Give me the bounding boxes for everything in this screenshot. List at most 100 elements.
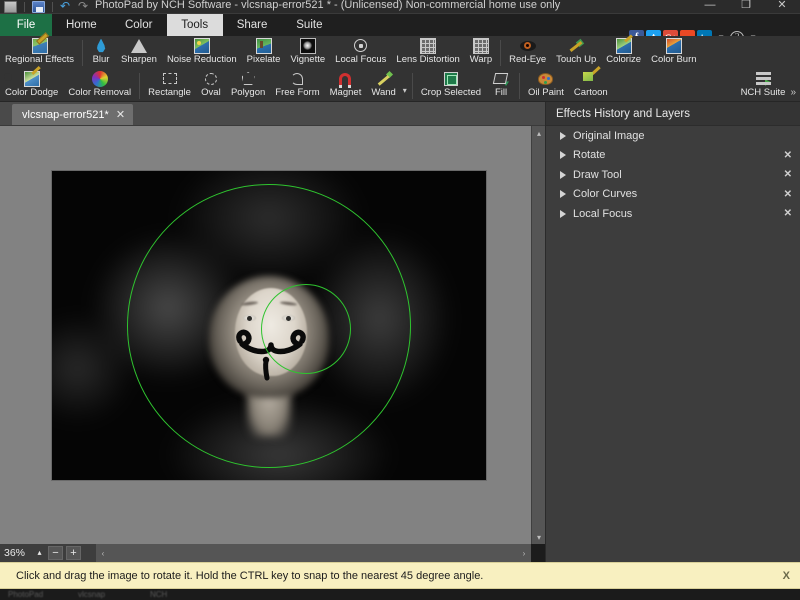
tool-label: Noise Reduction bbox=[167, 54, 237, 66]
tool-sharpen[interactable]: Sharpen bbox=[116, 36, 162, 69]
tool-label: Lens Distortion bbox=[396, 54, 459, 66]
zoom-out-button[interactable]: − bbox=[48, 546, 63, 560]
zoom-fit-icon[interactable]: ▴ bbox=[34, 546, 45, 560]
tool-label: Sharpen bbox=[121, 54, 157, 66]
canvas-vertical-scrollbar[interactable]: ▴ ▾ bbox=[531, 126, 545, 544]
tool-label: Color Dodge bbox=[5, 87, 58, 99]
notification-close-icon[interactable]: X bbox=[783, 570, 800, 582]
tool-label: Fill bbox=[495, 87, 507, 99]
tool-color-removal[interactable]: Color Removal bbox=[63, 69, 136, 102]
lens-distortion-icon bbox=[420, 37, 436, 54]
chevron-right-icon[interactable] bbox=[560, 151, 566, 159]
chevron-right-icon[interactable] bbox=[560, 132, 566, 140]
tool-free-form-select[interactable]: Free Form bbox=[270, 69, 324, 102]
tab-color[interactable]: Color bbox=[111, 14, 167, 36]
layer-delete-icon[interactable]: ✕ bbox=[784, 189, 792, 200]
image-canvas[interactable] bbox=[52, 171, 486, 480]
vignette-icon bbox=[300, 37, 316, 54]
taskbar-item[interactable]: NCH bbox=[150, 590, 167, 599]
tool-oil-paint[interactable]: Oil Paint bbox=[523, 69, 569, 102]
magic-wand-icon bbox=[376, 70, 392, 87]
tool-label: Free Form bbox=[275, 87, 319, 99]
zoom-in-button[interactable]: + bbox=[66, 546, 81, 560]
scroll-right-icon[interactable]: › bbox=[517, 544, 531, 562]
document-tab-strip: vlcsnap-error521* ✕ bbox=[0, 102, 545, 126]
save-icon[interactable] bbox=[32, 1, 45, 13]
chevron-right-icon[interactable] bbox=[560, 190, 566, 198]
minimize-button[interactable]: — bbox=[692, 0, 728, 13]
tool-regional-effects[interactable]: Regional Effects bbox=[0, 36, 79, 69]
tool-lens-distortion[interactable]: Lens Distortion bbox=[391, 36, 464, 69]
tool-cartoon[interactable]: Cartoon bbox=[569, 69, 613, 102]
tool-polygon-select[interactable]: Polygon bbox=[226, 69, 270, 102]
tool-label: Colorize bbox=[606, 54, 641, 66]
tool-colorize[interactable]: Colorize bbox=[601, 36, 646, 69]
tool-pixelate[interactable]: Pixelate bbox=[242, 36, 286, 69]
scroll-down-icon[interactable]: ▾ bbox=[532, 530, 546, 544]
layer-delete-icon[interactable]: ✕ bbox=[784, 150, 792, 161]
close-button[interactable]: ✕ bbox=[764, 0, 800, 13]
scroll-left-icon[interactable]: ‹ bbox=[96, 544, 110, 562]
tool-label: Vignette bbox=[290, 54, 325, 66]
ribbon-row-1: Regional Effects Blur Sharpen Noise Redu… bbox=[0, 36, 800, 69]
tool-vignette[interactable]: Vignette bbox=[285, 36, 330, 69]
layer-delete-icon[interactable]: ✕ bbox=[784, 208, 792, 219]
layer-item-rotate[interactable]: Rotate ✕ bbox=[546, 146, 800, 166]
divider bbox=[500, 40, 501, 66]
tool-noise-reduction[interactable]: Noise Reduction bbox=[162, 36, 242, 69]
tool-color-burn[interactable]: Color Burn bbox=[646, 36, 701, 69]
tab-tools[interactable]: Tools bbox=[167, 14, 223, 36]
taskbar-item[interactable]: PhotoPad bbox=[8, 590, 43, 599]
fill-bucket-icon bbox=[494, 70, 508, 87]
tool-local-focus[interactable]: Local Focus bbox=[330, 36, 391, 69]
color-burn-icon bbox=[666, 37, 682, 54]
maximize-button[interactable]: ❐ bbox=[728, 0, 764, 13]
tool-magic-wand[interactable]: Wand bbox=[366, 69, 400, 102]
ribbon-overflow-icon[interactable]: » bbox=[790, 87, 800, 102]
divider bbox=[139, 73, 140, 99]
tab-share[interactable]: Share bbox=[223, 14, 282, 36]
scroll-up-icon[interactable]: ▴ bbox=[532, 126, 546, 140]
chevron-right-icon[interactable] bbox=[560, 171, 566, 179]
effects-history-panel: Effects History and Layers Original Imag… bbox=[545, 102, 800, 562]
canvas-horizontal-scrollbar[interactable]: ‹ › bbox=[96, 544, 531, 562]
close-icon[interactable]: ✕ bbox=[116, 108, 125, 121]
tool-warp[interactable]: Warp bbox=[465, 36, 497, 69]
tool-crop-selected[interactable]: Crop Selected bbox=[416, 69, 486, 102]
cartoon-icon bbox=[583, 70, 599, 87]
tool-fill[interactable]: Fill bbox=[486, 69, 516, 102]
rectangle-select-icon bbox=[163, 70, 177, 87]
layer-item-color-curves[interactable]: Color Curves ✕ bbox=[546, 185, 800, 205]
layer-delete-icon[interactable]: ✕ bbox=[784, 169, 792, 180]
tool-label: Color Burn bbox=[651, 54, 696, 66]
open-folder-icon[interactable] bbox=[4, 1, 17, 13]
canvas-workspace[interactable] bbox=[0, 126, 531, 544]
tool-red-eye[interactable]: Red-Eye bbox=[504, 36, 551, 69]
drawn-mustache-icon bbox=[52, 171, 486, 480]
taskbar-item[interactable]: vlcsnap bbox=[78, 590, 105, 599]
chevron-right-icon[interactable] bbox=[560, 210, 566, 218]
tool-label: Wand bbox=[371, 87, 395, 99]
layer-item-draw-tool[interactable]: Draw Tool ✕ bbox=[546, 165, 800, 185]
wand-chevron-down-icon[interactable]: ▾ bbox=[401, 77, 409, 95]
tool-blur[interactable]: Blur bbox=[86, 36, 116, 69]
layer-item-local-focus[interactable]: Local Focus ✕ bbox=[546, 204, 800, 224]
tool-label: Rectangle bbox=[148, 87, 191, 99]
tool-rectangle-select[interactable]: Rectangle bbox=[143, 69, 196, 102]
tab-home[interactable]: Home bbox=[52, 14, 111, 36]
layer-item-original-image[interactable]: Original Image bbox=[546, 126, 800, 146]
quick-access-toolbar: ↶ ↷ bbox=[0, 0, 91, 13]
tool-nch-suite[interactable]: NCH Suite bbox=[736, 69, 791, 102]
free-form-select-icon bbox=[291, 70, 303, 87]
tool-label: Touch Up bbox=[556, 54, 596, 66]
title-bar: ↶ ↷ PhotoPad by NCH Software - vlcsnap-e… bbox=[0, 0, 800, 14]
tool-magnet-select[interactable]: Magnet bbox=[325, 69, 367, 102]
layer-label: Draw Tool bbox=[573, 169, 784, 181]
redo-icon[interactable]: ↷ bbox=[78, 1, 91, 13]
tool-oval-select[interactable]: Oval bbox=[196, 69, 226, 102]
tab-suite[interactable]: Suite bbox=[281, 14, 337, 36]
undo-icon[interactable]: ↶ bbox=[60, 1, 73, 13]
regional-effects-icon bbox=[32, 37, 48, 54]
tool-touch-up[interactable]: Touch Up bbox=[551, 36, 601, 69]
document-tab-vlcsnap-error521[interactable]: vlcsnap-error521* ✕ bbox=[12, 104, 133, 125]
